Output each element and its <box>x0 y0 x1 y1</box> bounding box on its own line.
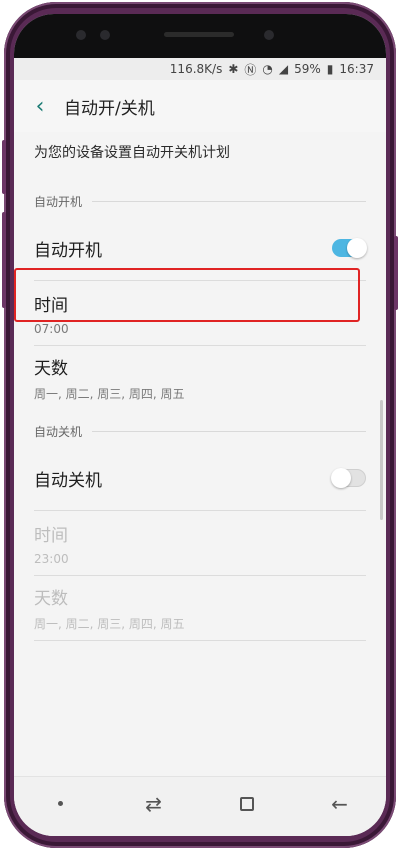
signal-icon: ◢ <box>278 62 289 76</box>
section-divider <box>92 200 366 202</box>
app-bar: ‹ 自动开/关机 <box>14 80 386 132</box>
auto-off-days-row: 天数 周一, 周二, 周三, 周四, 周五 <box>14 576 386 640</box>
auto-on-label: 自动开机 <box>34 240 102 261</box>
time-label: 时间 <box>34 525 68 546</box>
recents-icon: ⇄ <box>145 791 162 816</box>
days-value: 周一, 周二, 周三, 周四, 周五 <box>34 387 185 401</box>
back-button[interactable]: ← <box>320 784 360 824</box>
battery-icon: ▮ <box>326 62 334 76</box>
days-label: 天数 <box>34 589 68 609</box>
settings-list: 为您的设备设置自动开关机计划 自动开机 自动开机 时间 07:00 天数 周一,… <box>14 132 386 641</box>
back-arrow-icon[interactable]: ‹ <box>18 84 62 128</box>
bixby-button <box>2 212 6 308</box>
home-icon <box>239 796 254 811</box>
volume-button <box>2 140 6 194</box>
page-title: 自动开/关机 <box>64 98 155 119</box>
section-divider <box>92 430 366 432</box>
days-value: 周一, 周二, 周三, 周四, 周五 <box>34 617 185 631</box>
recents-button[interactable]: ⇄ <box>134 784 174 824</box>
nav-dot[interactable] <box>41 784 81 824</box>
clock: 16:37 <box>339 62 374 76</box>
switch-knob <box>347 238 367 258</box>
row-divider <box>34 640 366 641</box>
auto-off-toggle-row[interactable]: 自动关机 <box>14 446 386 510</box>
description-text: 为您的设备设置自动开关机计划 <box>34 145 230 161</box>
device-top-bezel <box>14 14 386 58</box>
scrollbar[interactable] <box>380 400 383 520</box>
nfc-icon: Ⓝ <box>244 62 257 77</box>
battery-level: 59% <box>294 62 321 76</box>
time-value: 23:00 <box>34 551 69 566</box>
auto-off-label: 自动关机 <box>34 470 102 491</box>
front-camera-icon <box>76 30 86 40</box>
home-button[interactable] <box>227 784 267 824</box>
auto-on-switch[interactable] <box>332 238 367 258</box>
dot-icon <box>58 801 63 806</box>
status-bar: 116.8K/s ✱ Ⓝ ◔ ◢ 59% ▮ 16:37 <box>14 58 386 80</box>
auto-off-switch[interactable] <box>331 468 366 488</box>
section-label: 自动开机 <box>34 194 83 209</box>
navigation-bar: ⇄ ← <box>14 776 386 836</box>
section-header-auto-on: 自动开机 <box>14 186 386 216</box>
time-value: 07:00 <box>34 321 69 336</box>
auto-on-days-row[interactable]: 天数 周一, 周二, 周三, 周四, 周五 <box>14 346 386 410</box>
network-speed: 116.8K/s <box>169 62 223 76</box>
switch-knob <box>331 468 351 488</box>
highlight-box <box>14 268 360 322</box>
wifi-icon: ◔ <box>262 62 273 76</box>
screen: 116.8K/s ✱ Ⓝ ◔ ◢ 59% ▮ 16:37 ‹ 自动开/关机 为您… <box>14 14 386 836</box>
back-icon: ← <box>331 791 348 816</box>
sensor-icon <box>100 30 110 40</box>
section-header-auto-off: 自动关机 <box>14 416 386 446</box>
auto-off-time-row: 时间 23:00 <box>14 511 386 575</box>
proximity-sensor-icon <box>264 30 274 40</box>
bluetooth-icon: ✱ <box>228 62 239 76</box>
section-label: 自动关机 <box>34 424 83 439</box>
days-label: 天数 <box>34 359 68 379</box>
speaker-grille <box>164 32 234 37</box>
power-button <box>394 236 398 310</box>
